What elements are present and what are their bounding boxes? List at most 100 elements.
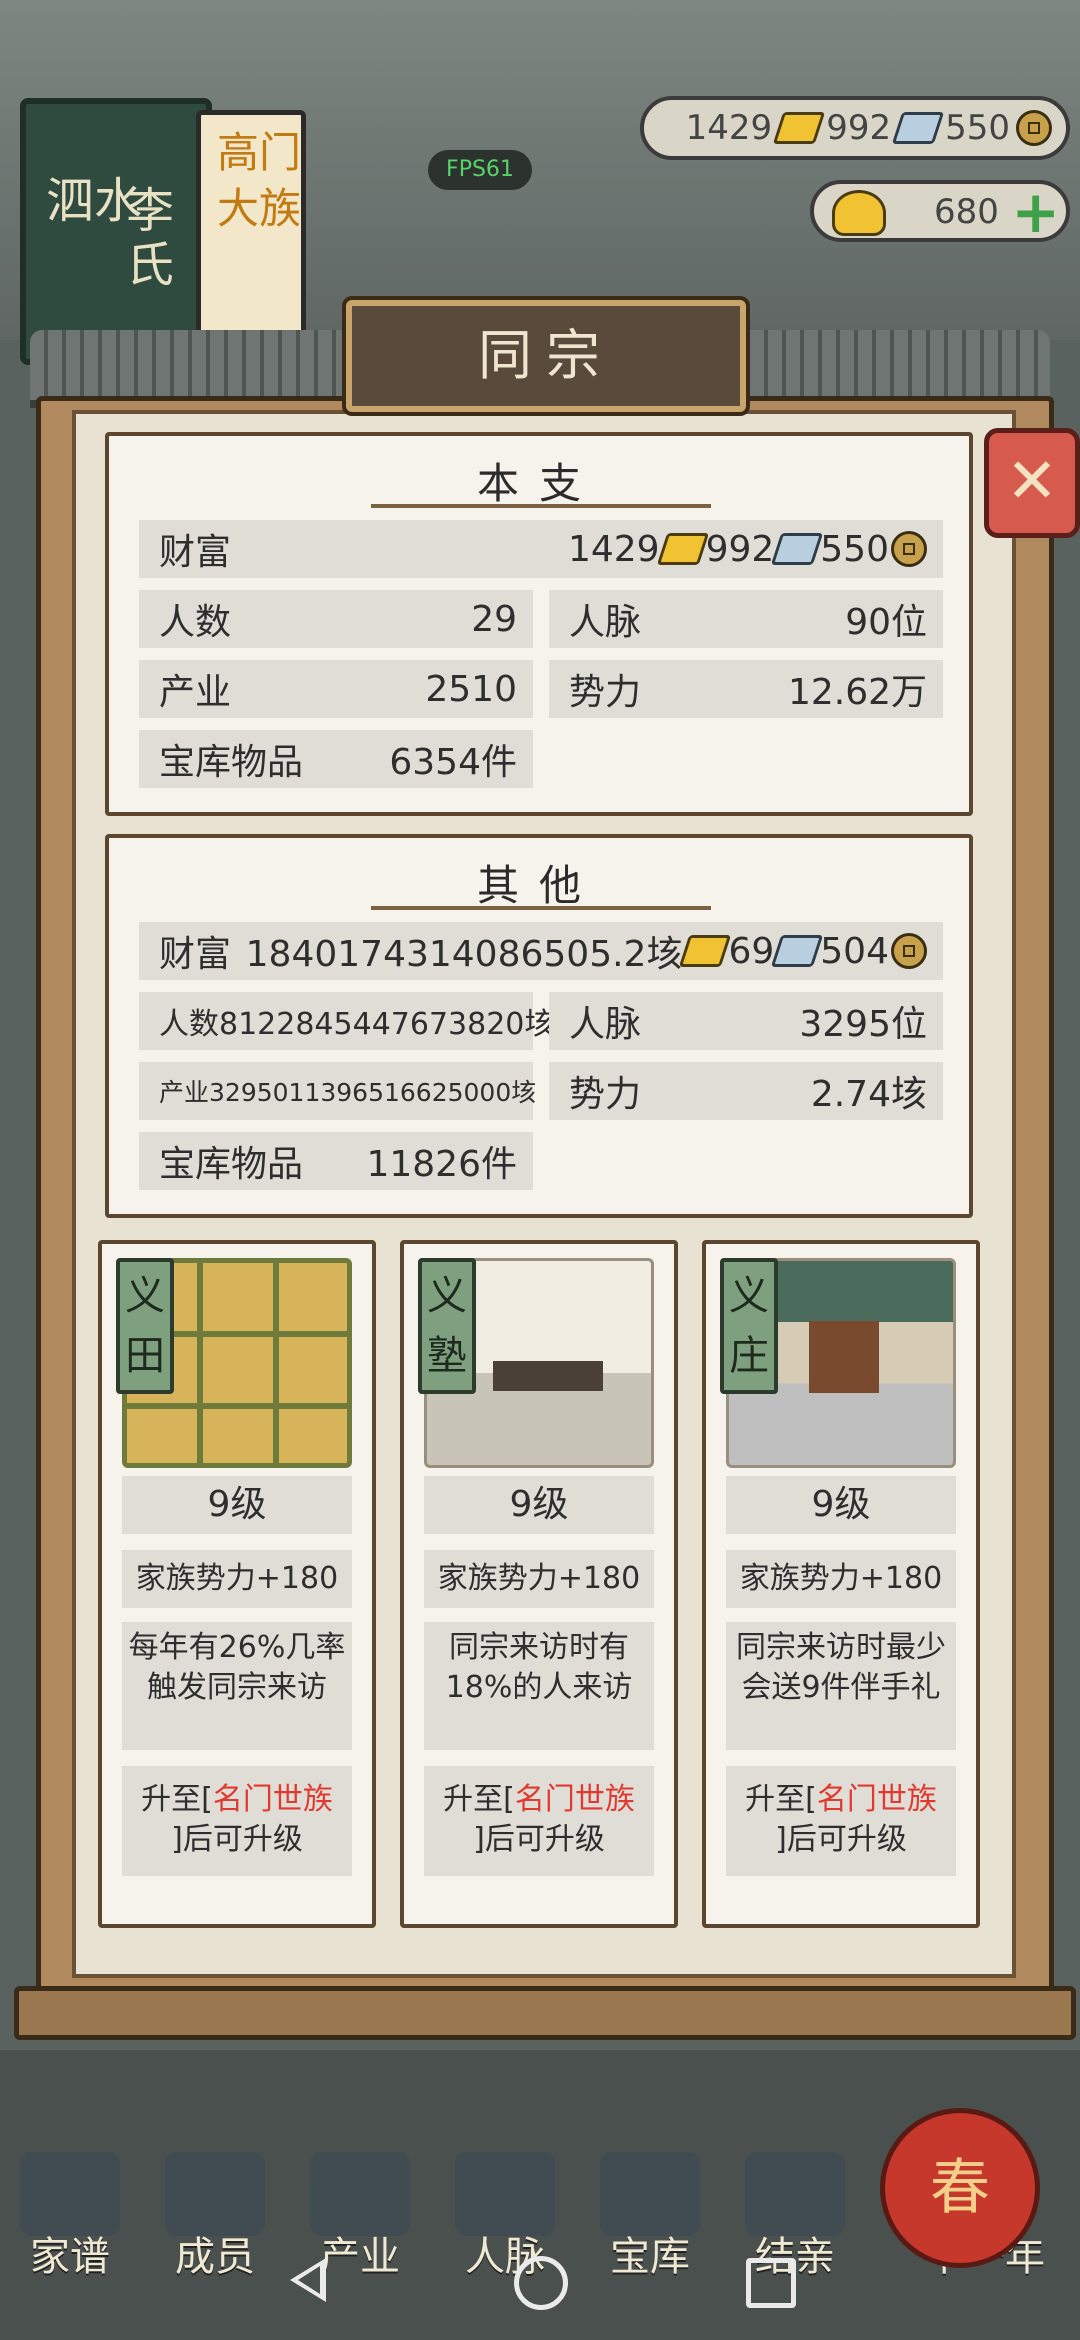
power-label: 势力 (569, 1074, 642, 1115)
building-tag: 义田 (116, 1258, 174, 1394)
ingot-icon (832, 190, 886, 236)
building-desc: 同宗来访时最少会送9件伴手礼 (726, 1622, 956, 1750)
vault-row: 宝库物品 6354件 (139, 730, 533, 788)
industry-label: 产业 (159, 672, 232, 713)
wealth-label: 财富 (159, 532, 232, 573)
industry-value: 2510 (425, 668, 517, 710)
industry-label: 产业 (159, 1078, 210, 1107)
other-branch-section: 其他 财富 1840174314086505.2垓 69 504 人数 8122… (105, 834, 973, 1218)
network-value: 3295位 (799, 1004, 927, 1045)
gold-icon (679, 935, 732, 967)
vault-row: 宝库物品 11826件 (139, 1132, 533, 1190)
main-branch-section: 本支 财富 1429 992 550 人数 29 人脉 90位 产业 2510 … (105, 432, 973, 816)
coin-amount: 504 (820, 930, 889, 972)
currency-bar: 1429 992 550 (640, 96, 1070, 160)
coin-icon (1016, 110, 1052, 146)
building-power: 家族势力+180 (122, 1550, 352, 1608)
panel-title-plaque: 同宗 (346, 300, 746, 412)
plus-icon[interactable]: + (1011, 183, 1060, 241)
power-label: 势力 (569, 672, 642, 713)
panel-title: 同宗 (478, 324, 614, 387)
section-title: 其他 (476, 861, 601, 910)
vault-value: 6354件 (389, 742, 517, 783)
gold-amount: 1840174314086505.2垓 (245, 934, 683, 975)
silver-amount: 992 (826, 108, 892, 148)
people-value: 29 (471, 598, 517, 640)
gold-amount: 1429 (567, 528, 660, 570)
wealth-row: 财富 1429 992 550 (139, 520, 943, 578)
building-tag: 义庄 (720, 1258, 778, 1394)
network-label: 人脉 (569, 1004, 642, 1045)
recent-apps-icon[interactable] (746, 2258, 796, 2308)
building-desc: 同宗来访时有18%的人来访 (424, 1622, 654, 1750)
industry-row: 产业 2510 (139, 660, 533, 718)
section-title: 本支 (476, 459, 601, 508)
building-level: 9级 (424, 1476, 654, 1534)
close-button[interactable]: ✕ (984, 428, 1080, 538)
upgrade-prefix: 升至[ (745, 1782, 817, 1817)
system-nav-bar (0, 2228, 1080, 2340)
upgrade-rank: 名门世族 (212, 1782, 333, 1817)
clan-banner[interactable]: 泗水 李氏 (20, 98, 212, 365)
building-card-hall[interactable]: 义庄 9级 家族势力+180 同宗来访时最少会送9件伴手礼 升至[名门世族 ]后可… (702, 1240, 980, 1928)
industry-row: 产业 3295011396516625000垓 (139, 1062, 537, 1120)
building-power: 家族势力+180 (726, 1550, 956, 1608)
gold-amount: 1429 (685, 108, 773, 148)
upgrade-requirement: 升至[名门世族 ]后可升级 (726, 1766, 956, 1876)
gold-icon (772, 112, 826, 144)
coin-icon (891, 933, 927, 969)
power-row: 势力 2.74垓 (549, 1062, 943, 1120)
coin-amount: 550 (945, 108, 1010, 148)
building-desc: 每年有26%几率触发同宗来访 (122, 1622, 352, 1750)
fps-counter: FPS61 (428, 150, 532, 190)
building-card-school[interactable]: 义塾 9级 家族势力+180 同宗来访时有18%的人来访 升至[名门世族]后可升… (400, 1240, 678, 1928)
vault-value: 11826件 (366, 1144, 517, 1185)
vault-label: 宝库物品 (159, 742, 304, 783)
people-label: 人数 (159, 602, 232, 643)
building-tag: 义塾 (418, 1258, 476, 1394)
silver-amount: 69 (728, 930, 775, 972)
people-value: 8122845447673820垓 (219, 1007, 555, 1042)
back-icon[interactable] (290, 2258, 326, 2302)
coin-amount: 550 (820, 528, 889, 570)
home-icon[interactable] (514, 2256, 568, 2310)
panel-base (14, 1986, 1076, 2040)
clan-rank: 高门大族 (217, 128, 302, 233)
power-value: 12.62万 (787, 672, 927, 713)
clan-rank-banner: 高门大族 (196, 110, 306, 350)
upgrade-prefix: 升至[ (141, 1782, 213, 1817)
upgrade-rank: 名门世族 (816, 1782, 937, 1817)
industry-value: 3295011396516625000垓 (209, 1078, 537, 1107)
gold-icon (656, 533, 709, 565)
power-row: 势力 12.62万 (549, 660, 943, 718)
upgrade-suffix: ]后可升级 (473, 1822, 605, 1857)
network-row: 人脉 90位 (549, 590, 943, 648)
building-power: 家族势力+180 (424, 1550, 654, 1608)
wealth-row: 财富 1840174314086505.2垓 69 504 (139, 922, 943, 980)
vault-label: 宝库物品 (159, 1144, 304, 1185)
divider (371, 906, 711, 910)
upgrade-suffix: ]后可升级 (171, 1822, 303, 1857)
people-row: 人数 8122845447673820垓 (139, 992, 554, 1050)
ingot-bar: 680 + (810, 180, 1070, 242)
building-card-field[interactable]: 义田 9级 家族势力+180 每年有26%几率触发同宗来访 升至[名门世族 ]后可… (98, 1240, 376, 1928)
divider (371, 504, 711, 508)
network-value: 90位 (845, 602, 927, 643)
silver-icon (891, 112, 945, 144)
people-row: 人数 29 (139, 590, 533, 648)
people-label: 人数 (159, 1007, 219, 1042)
silver-icon (771, 935, 824, 967)
building-level: 9级 (122, 1476, 352, 1534)
coin-icon (891, 531, 927, 567)
wealth-label: 财富 (159, 934, 232, 975)
upgrade-requirement: 升至[名门世族]后可升级 (424, 1766, 654, 1876)
clan-surname: 李氏 (126, 183, 175, 293)
upgrade-requirement: 升至[名门世族 ]后可升级 (122, 1766, 352, 1876)
ingot-amount: 680 (934, 192, 999, 232)
power-value: 2.74垓 (810, 1074, 927, 1115)
silver-icon (771, 533, 824, 565)
building-level: 9级 (726, 1476, 956, 1534)
silver-amount: 992 (705, 528, 775, 570)
upgrade-suffix: ]后可升级 (775, 1822, 907, 1857)
network-row: 人脉 3295位 (549, 992, 943, 1050)
